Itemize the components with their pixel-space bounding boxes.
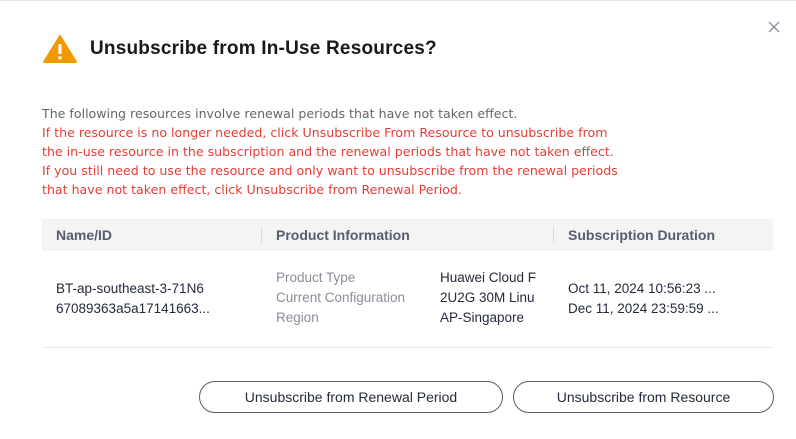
dialog-header: Unsubscribe from In-Use Resources?: [42, 34, 437, 64]
duration-start: Oct 11, 2024 10:56:23 ...: [568, 281, 716, 296]
region-label: Region: [276, 310, 319, 325]
resource-id: 67089363a5a17141663...: [56, 301, 210, 316]
current-configuration-label: Current Configuration: [276, 290, 406, 305]
description-warning-line-2: the in-use resource in the subscription …: [42, 144, 614, 159]
unsubscribe-resource-button[interactable]: Unsubscribe from Resource: [513, 381, 774, 413]
resources-table: Name/ID Product Information Subscription…: [42, 219, 773, 348]
dialog-description: The following resources involve renewal …: [42, 104, 772, 199]
description-warning-line-4: that have not taken effect, click Unsubs…: [42, 182, 462, 197]
close-icon[interactable]: [766, 19, 782, 35]
column-divider: [553, 227, 554, 243]
unsubscribe-dialog: Unsubscribe from In-Use Resources? The f…: [0, 0, 796, 439]
resource-name: BT-ap-southeast-3-71N6: [56, 281, 204, 296]
subscription-duration-cell: Oct 11, 2024 10:56:23 ... Dec 11, 2024 2…: [568, 279, 768, 319]
product-type-label: Product Type: [276, 270, 356, 285]
name-id-cell: BT-ap-southeast-3-71N6 67089363a5a171416…: [56, 279, 256, 319]
warning-triangle-icon: [43, 35, 77, 63]
column-divider: [261, 227, 262, 243]
table-header: Name/ID Product Information Subscription…: [42, 219, 773, 251]
unsubscribe-renewal-period-button[interactable]: Unsubscribe from Renewal Period: [199, 381, 503, 413]
duration-end: Dec 11, 2024 23:59:59 ...: [568, 301, 719, 316]
description-warning-line-3: If you still need to use the resource an…: [42, 163, 618, 178]
description-info: The following resources involve renewal …: [42, 106, 518, 121]
column-header-subscription-duration: Subscription Duration: [568, 227, 715, 243]
column-header-name-id: Name/ID: [56, 227, 113, 243]
product-labels-cell: Product Type Current Configuration Regio…: [276, 268, 432, 328]
dialog-title: Unsubscribe from In-Use Resources?: [90, 38, 437, 59]
region-value: AP-Singapore: [440, 310, 525, 325]
product-type-value: Huawei Cloud F: [440, 270, 537, 285]
table-row: BT-ap-southeast-3-71N6 67089363a5a171416…: [42, 251, 773, 348]
description-warning-line-1: If the resource is no longer needed, cli…: [42, 125, 608, 140]
column-header-product-information: Product Information: [276, 227, 410, 243]
product-values-cell: Huawei Cloud F 2U2G 30M Linu AP-Singapor…: [440, 268, 546, 328]
current-configuration-value: 2U2G 30M Linu: [440, 290, 535, 305]
